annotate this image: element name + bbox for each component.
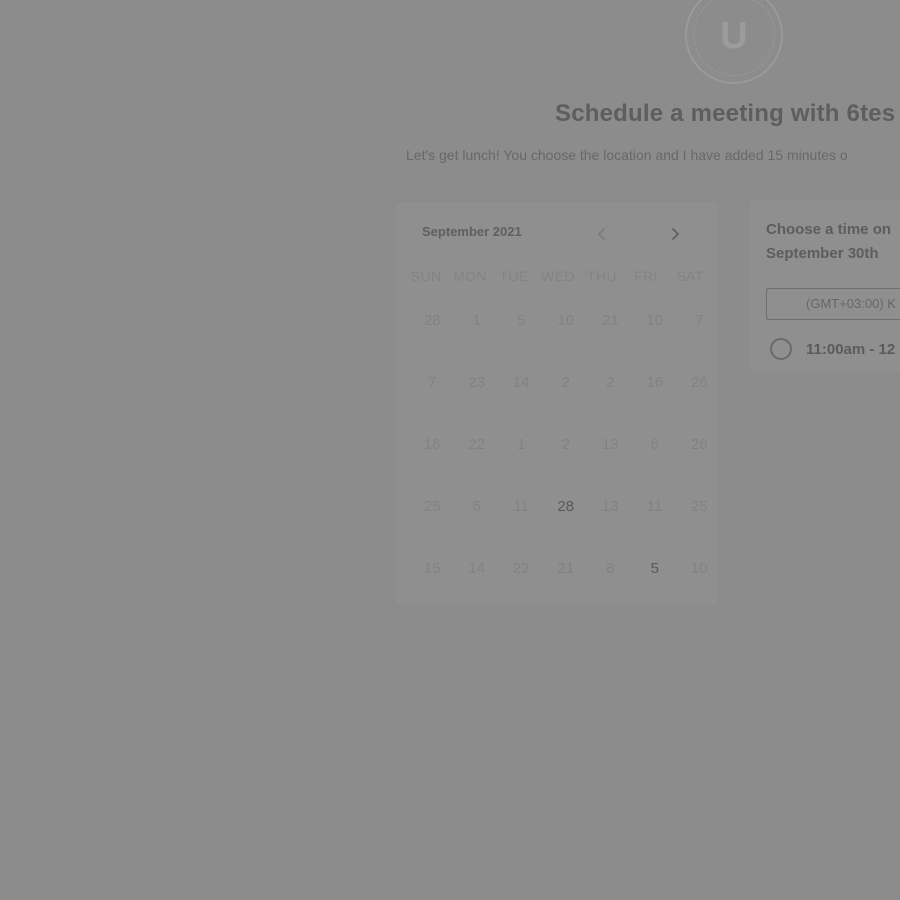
calendar-day: 22 (468, 436, 486, 453)
weekday-label: FRI (634, 268, 658, 284)
timezone-select[interactable]: (GMT+03:00) K (766, 288, 900, 320)
time-heading-line1: Choose a time on (766, 221, 892, 238)
calendar-day: 2 (561, 436, 570, 453)
calendar-day: 14 (512, 374, 530, 391)
calendar-day-available[interactable]: 28 (544, 498, 589, 560)
calendar-day: 22 (512, 560, 530, 577)
calendar-day: 2 (561, 374, 570, 391)
weekday-label: MON (453, 268, 487, 284)
calendar-day: 1 (517, 436, 526, 453)
chevron-right-icon (671, 227, 680, 241)
calendar-day: 6 (472, 498, 481, 515)
page-title: Schedule a meeting with 6tes (555, 100, 896, 127)
calendar-day: 26 (690, 436, 708, 453)
calendar-day: 1 (472, 312, 481, 329)
calendar-day: 16 (646, 374, 664, 391)
weekday-label: SUN (410, 268, 442, 284)
calendar-day: 2 (606, 374, 615, 391)
calendar-day: 14 (468, 560, 486, 577)
time-heading: Choose a time on September 30th (766, 218, 891, 266)
time-selection-card: Choose a time on September 30th (GMT+03:… (750, 200, 900, 372)
calendar-day: 10 (646, 312, 664, 329)
calendar-day: 11 (513, 498, 530, 515)
time-slot-label: 11:00am - 12 (806, 340, 896, 358)
calendar-day: 8 (606, 560, 615, 577)
calendar-card: September 2021 SUN MON TUE WED THU FRI S… (396, 202, 718, 605)
weekday-label: TUE (499, 268, 529, 284)
host-avatar: U (685, 0, 783, 84)
calendar-day: 6 (650, 436, 659, 453)
calendar-day: 23 (468, 374, 486, 391)
time-heading-line2: September 30th (766, 245, 879, 262)
calendar-day: 25 (690, 498, 708, 515)
chevron-left-icon (597, 227, 606, 241)
calendar-day: 21 (601, 312, 619, 329)
weekday-label: SAT (676, 268, 704, 284)
calendar-day: 28 (423, 312, 441, 329)
next-month-button[interactable] (666, 224, 684, 244)
calendar-day-available[interactable]: 5 (633, 560, 678, 622)
weekday-label: THU (587, 268, 617, 284)
calendar-day: 11 (646, 498, 663, 515)
weekday-header: SUN MON TUE WED THU FRI SAT (404, 268, 714, 284)
avatar-letter: U (693, 0, 775, 76)
calendar-day: 5 (517, 312, 526, 329)
meeting-description: Let's get lunch! You choose the location… (406, 147, 848, 163)
previous-month-button[interactable] (593, 224, 611, 244)
calendar-day: 7 (695, 312, 704, 329)
calendar-day: 10 (557, 312, 575, 329)
calendar-day: 13 (601, 436, 619, 453)
days-grid: 28 1 5 10 21 10 7 7 23 14 2 2 16 26 16 2… (410, 312, 720, 622)
calendar-day: 25 (423, 498, 441, 515)
calendar-day: 10 (690, 560, 708, 577)
time-slot-option[interactable]: 11:00am - 12 (770, 338, 895, 360)
calendar-day: 15 (423, 560, 441, 577)
calendar-day: 26 (690, 374, 708, 391)
calendar-day: 13 (601, 498, 619, 515)
scheduling-page: U Schedule a meeting with 6tes Let's get… (0, 0, 900, 900)
calendar-day: 16 (423, 436, 441, 453)
calendar-day: 7 (428, 374, 437, 391)
weekday-label: WED (541, 268, 575, 284)
month-label: September 2021 (422, 224, 522, 239)
time-slot-radio[interactable] (770, 338, 792, 360)
calendar-day: 21 (557, 560, 575, 577)
